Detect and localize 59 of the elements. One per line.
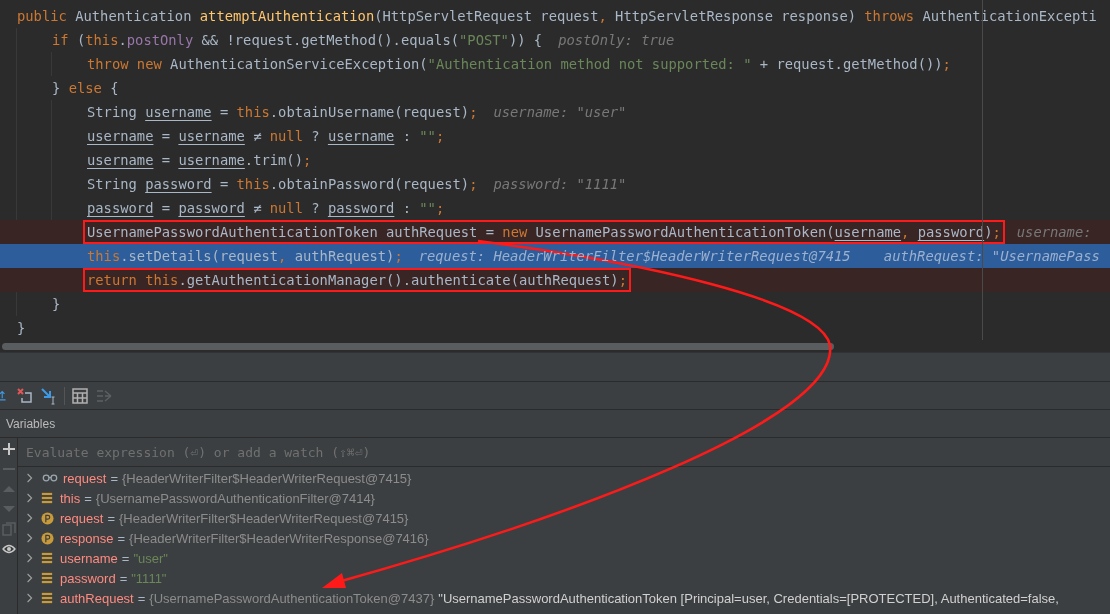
expand-chevron-icon[interactable] <box>26 592 34 604</box>
variable-value: {HeaderWriterFilter$HeaderWriterRequest@7415} <box>118 510 409 526</box>
expand-chevron-icon[interactable] <box>26 492 34 504</box>
expand-chevron-icon[interactable] <box>26 572 34 584</box>
field-icon <box>41 592 53 604</box>
code-line: username = username.trim(); <box>86 151 313 170</box>
calculator-icon[interactable] <box>71 386 89 405</box>
variable-detail: "UsernamePasswordAuthenticationToken [Principal=user, Credentials=[PROTECTED], Authenticated=false, <box>438 590 1059 606</box>
panel-title: Variables <box>6 416 56 431</box>
step-cursor-icon[interactable] <box>40 386 58 405</box>
variable-name: password <box>60 570 116 586</box>
expand-chevron-icon[interactable] <box>26 512 34 524</box>
variable-name: username <box>60 550 118 566</box>
code-line: } <box>16 319 27 338</box>
inline-value-hint: password: "1111" <box>493 176 627 192</box>
code-line: } else { <box>51 79 120 98</box>
variable-value: {HeaderWriterFilter$HeaderWriterResponse@7416} <box>129 530 429 546</box>
variable-value: "user" <box>133 550 168 566</box>
eye-icon[interactable] <box>1 542 16 556</box>
equals-sign: = <box>119 570 128 586</box>
code-line: password = password ≠ null ? password : ""; <box>86 199 446 218</box>
variable-value: {UsernamePasswordAuthenticationToken@7437} <box>149 590 435 606</box>
equals-sign: = <box>121 550 130 566</box>
code-line: this.setDetails(request, authRequest); <box>86 247 404 266</box>
parameter-icon <box>41 531 54 545</box>
variable-name: this <box>60 490 81 506</box>
code-line: throw new AuthenticationServiceException("Authentication method not supported: " + request.getMethod()); <box>86 55 952 74</box>
variable-value: "1111" <box>131 570 167 586</box>
expand-chevron-icon[interactable] <box>26 552 34 564</box>
variable-name: authRequest <box>60 590 134 606</box>
plus-icon[interactable] <box>1 442 16 456</box>
equals-sign: = <box>137 590 146 606</box>
code-line: if (this.postOnly && !request.getMethod().equals("POST")) { <box>51 31 544 50</box>
equals-sign: = <box>117 530 126 546</box>
equals-sign: = <box>84 490 92 506</box>
field-icon <box>41 492 53 504</box>
inline-value-hint: postOnly: true <box>558 32 675 48</box>
field-icon <box>41 552 53 564</box>
expand-chevron-icon[interactable] <box>26 532 34 544</box>
field-icon <box>41 572 53 584</box>
variable-name: request <box>60 510 104 526</box>
code-line: String password = this.obtainPassword(request); <box>86 175 479 194</box>
variable-value: {HeaderWriterFilter$HeaderWriterRequest@7415} <box>121 470 412 486</box>
code-line: username = username ≠ null ? username : ""; <box>86 127 446 146</box>
equals-sign: = <box>110 470 118 486</box>
variable-name: response <box>60 530 114 546</box>
inline-value-hint: username: <box>1016 224 1092 240</box>
code-line: String username = this.obtainUsername(request); <box>86 103 479 122</box>
inline-value-hint: username: "user" <box>493 104 627 120</box>
drop-frame-icon[interactable] <box>16 386 34 405</box>
code-line: public Authentication attemptAuthentication(HttpServletRequest request, HttpServletResponse response) throws AuthenticationExcepti <box>16 7 1098 26</box>
equals-sign: = <box>107 510 115 526</box>
variable-name: request <box>63 470 107 486</box>
expand-chevron-icon[interactable] <box>26 472 34 484</box>
scrollbar-thumb[interactable] <box>2 342 834 350</box>
code-line: } <box>51 295 62 314</box>
variable-value: {UsernamePasswordAuthenticationFilter@7414} <box>95 490 375 506</box>
watch-glasses-icon <box>41 472 59 484</box>
parameter-icon <box>41 511 54 525</box>
